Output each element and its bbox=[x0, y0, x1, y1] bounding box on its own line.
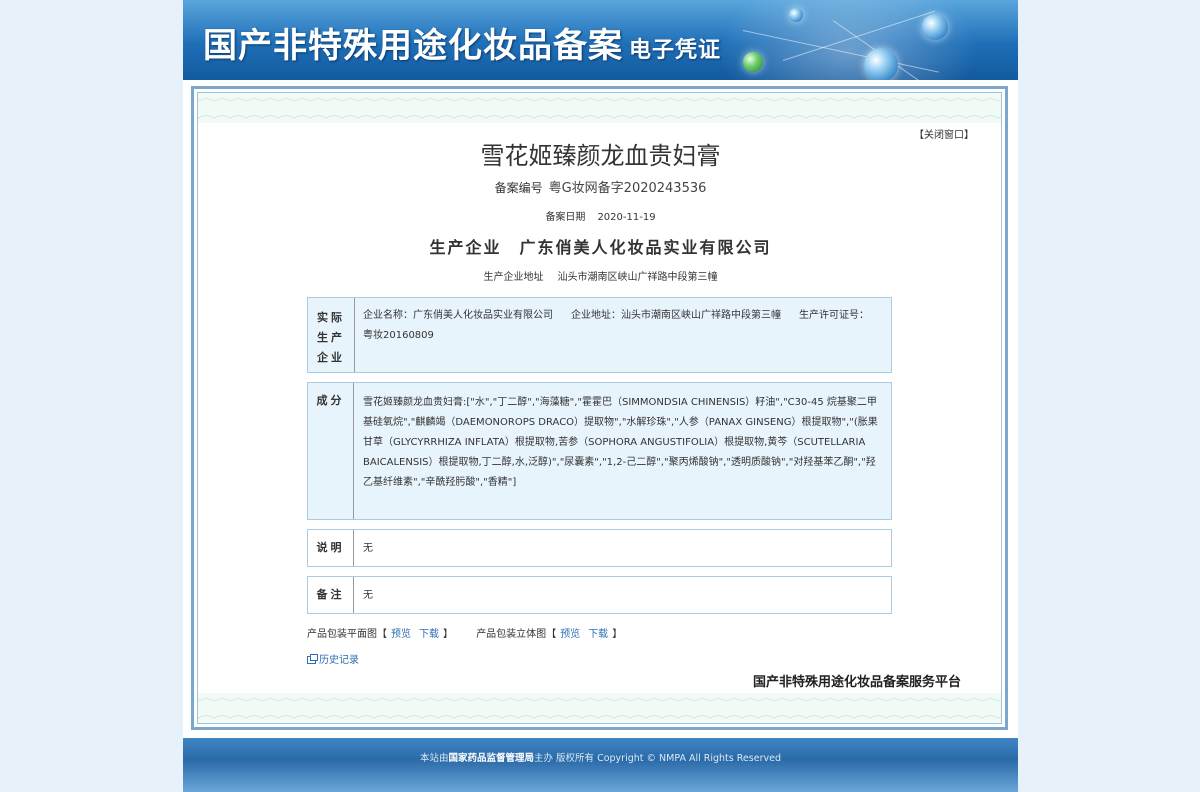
molecule-icon bbox=[743, 52, 763, 72]
packaging-images-row: 产品包装平面图【 预览 下载】 产品包装立体图【 预览 下载】 bbox=[307, 625, 622, 640]
registration-number-row: 备案编号 粤G妆网备字2020243536 bbox=[183, 177, 1018, 196]
bracket: 【 bbox=[546, 629, 557, 640]
header-banner: 国产非特殊用途化妆品备案 电子凭证 bbox=[183, 0, 1018, 80]
producer-company-value: 广东俏美人化妆品实业有限公司 bbox=[519, 238, 772, 257]
description-box: 说明 无 bbox=[307, 529, 892, 567]
footer-org: 国家药品监督管理局 bbox=[448, 753, 535, 764]
actual-producer-license-number: 粤妆20160809 bbox=[363, 330, 434, 341]
producer-company-row: 生产企业 广东俏美人化妆品实业有限公司 bbox=[183, 234, 1018, 258]
actual-producer-address: 企业地址：汕头市潮南区峡山广祥路中段第三幢 bbox=[571, 310, 781, 321]
remarks-label: 备注 bbox=[308, 577, 354, 613]
actual-producer-label-line: 生产 bbox=[317, 331, 345, 344]
footer-prefix: 本站由 bbox=[420, 753, 449, 764]
actual-producer-license-label: 生产许可证号： bbox=[799, 310, 869, 321]
flat-packaging-label: 产品包装平面图 bbox=[307, 629, 377, 640]
bracket: 【 bbox=[377, 629, 387, 640]
molecule-icon bbox=[864, 48, 898, 80]
footer-suffix: 主办 版权所有 Copyright © NMPA All Rights Rese… bbox=[534, 753, 781, 764]
producer-address-label: 生产企业地址 bbox=[483, 272, 544, 283]
solid-packaging-label: 产品包装立体图 bbox=[476, 629, 547, 640]
description-value: 无 bbox=[363, 543, 373, 554]
banner-title-main: 国产非特殊用途化妆品备案 bbox=[203, 26, 623, 66]
ingredients-box: 成分 雪花姬臻颜龙血贵妇膏:["水","丁二醇","海藻糖","霍霍巴（SIMM… bbox=[307, 382, 892, 520]
actual-producer-label-line: 实际 bbox=[317, 311, 345, 324]
guilloche-border-top bbox=[198, 93, 1001, 123]
history-icon bbox=[307, 654, 318, 664]
product-name: 雪花姬臻颜龙血贵妇膏 bbox=[480, 142, 721, 170]
banner-title: 国产非特殊用途化妆品备案 电子凭证 bbox=[203, 18, 721, 67]
guilloche-border-bottom bbox=[198, 693, 1001, 723]
flat-preview-link[interactable]: 预览 bbox=[391, 629, 411, 640]
bracket: 】 bbox=[612, 629, 623, 640]
history-label[interactable]: 历史记录 bbox=[319, 655, 359, 666]
registration-number-value: 粤G妆网备字2020243536 bbox=[548, 181, 707, 196]
flat-download-link[interactable]: 下载 bbox=[419, 629, 439, 640]
platform-name: 国产非特殊用途化妆品备案服务平台 bbox=[753, 675, 962, 690]
producer-company-label: 生产企业 bbox=[429, 238, 502, 257]
solid-preview-link[interactable]: 预览 bbox=[560, 629, 580, 640]
ingredients-label: 成分 bbox=[308, 383, 354, 519]
banner-subtitle: 电子凭证 bbox=[629, 37, 722, 63]
actual-producer-label-line: 企业 bbox=[317, 351, 345, 364]
bracket: 】 bbox=[443, 629, 453, 640]
registration-date-label: 备案日期 bbox=[545, 212, 586, 223]
molecule-icon bbox=[922, 14, 948, 40]
actual-producer-content: 企业名称：广东俏美人化妆品实业有限公司 企业地址：汕头市潮南区峡山广祥路中段第三幢… bbox=[363, 306, 879, 346]
actual-producer-box: 实际 生产 企业 企业名称：广东俏美人化妆品实业有限公司 企业地址：汕头市潮南区峡… bbox=[307, 297, 892, 373]
registration-number-label: 备案编号 bbox=[494, 181, 543, 195]
remarks-box: 备注 无 bbox=[307, 576, 892, 614]
description-label: 说明 bbox=[308, 530, 354, 566]
registration-date-value: 2020-11-19 bbox=[597, 212, 656, 223]
solid-download-link[interactable]: 下载 bbox=[588, 629, 608, 640]
ingredients-text: 雪花姬臻颜龙血贵妇膏:["水","丁二醇","海藻糖","霍霍巴（SIMMOND… bbox=[363, 397, 878, 488]
molecule-icon bbox=[789, 8, 803, 22]
actual-producer-label: 实际 生产 企业 bbox=[308, 298, 355, 372]
remarks-value: 无 bbox=[363, 590, 373, 601]
page: 国产非特殊用途化妆品备案 电子凭证 【关闭窗口】 雪花姬臻颜龙血贵妇膏 备案编号粤… bbox=[183, 0, 1018, 792]
actual-producer-name: 企业名称：广东俏美人化妆品实业有限公司 bbox=[363, 310, 553, 321]
producer-address-row: 生产企业地址 汕头市潮南区峡山广祥路中段第三幢 bbox=[183, 268, 1018, 283]
producer-address-value: 汕头市潮南区峡山广祥路中段第三幢 bbox=[557, 272, 718, 283]
registration-date-row: 备案日期 2020-11-19 bbox=[183, 208, 1018, 223]
history-link[interactable]: 历史记录 bbox=[307, 651, 359, 666]
footer: 本站由国家药品监督管理局主办 版权所有 Copyright © NMPA All… bbox=[183, 738, 1018, 792]
